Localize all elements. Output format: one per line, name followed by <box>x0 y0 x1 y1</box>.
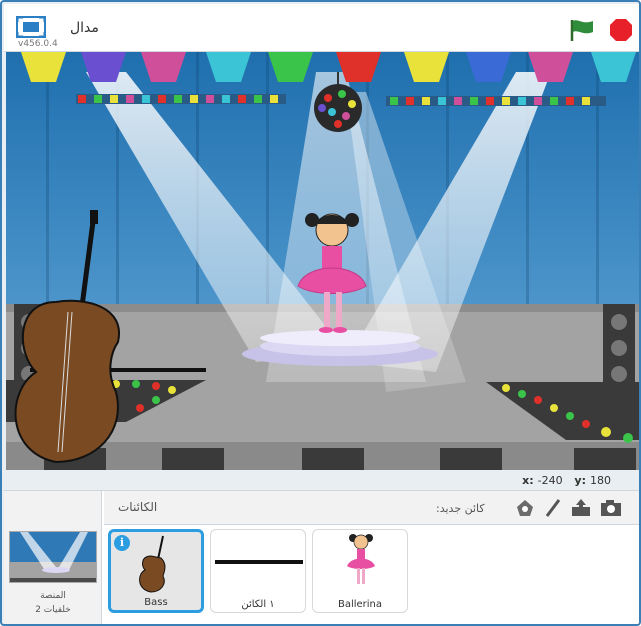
sprites-title: الكائنات <box>118 500 158 514</box>
scratch-window: مدال v456.0.4 x: -240 y: 180 المنصة 2 خل… <box>0 0 641 626</box>
paintbrush-icon[interactable] <box>542 498 564 518</box>
sprite-card-line[interactable]: ١ الكائن <box>210 529 306 613</box>
green-flag-icon[interactable] <box>569 18 595 42</box>
x-value: -240 <box>537 474 563 487</box>
stage-thumbnail[interactable] <box>9 531 97 583</box>
stage-selector[interactable]: المنصة 2 خلفيات <box>4 491 102 624</box>
y-value: 180 <box>590 474 611 487</box>
sprite-card-bass[interactable]: i Bass <box>108 529 204 613</box>
mouse-coordinates: x: -240 y: 180 <box>4 470 639 490</box>
camera-icon[interactable] <box>600 498 622 518</box>
fullscreen-icon[interactable] <box>16 16 46 38</box>
ballerina-thumbnail-icon <box>347 534 375 584</box>
light-strip-right <box>386 96 606 106</box>
bass-thumbnail-icon <box>139 535 166 593</box>
title-bar: مدال v456.0.4 <box>4 4 639 52</box>
stage-platform <box>242 330 438 366</box>
x-label: x: <box>522 474 534 487</box>
upload-icon[interactable] <box>570 498 592 518</box>
line-thumbnail-icon <box>215 560 303 564</box>
stop-icon[interactable] <box>609 18 633 42</box>
paint-sprite-icon[interactable] <box>514 498 536 518</box>
y-label: y: <box>574 474 586 487</box>
sprite-name: ١ الكائن <box>241 599 275 610</box>
sprites-header: الكائنات :كائن جديد <box>104 491 639 525</box>
stage-canvas[interactable] <box>6 52 639 470</box>
stage-label: المنصة <box>40 591 66 601</box>
sprite-card-ballerina[interactable]: Ballerina <box>312 529 408 613</box>
sprite-name: Ballerina <box>337 599 383 610</box>
sprite-area: المنصة 2 خلفيات الكائنات :كائن جديد i Ba… <box>4 490 639 624</box>
project-title[interactable]: مدال <box>70 20 99 36</box>
light-strip-left <box>76 94 286 104</box>
stage-scene <box>6 52 639 470</box>
backdrop-count: 2 خلفيات <box>35 605 71 615</box>
sprite-name: Bass <box>144 597 168 608</box>
speaker-right <box>603 304 635 394</box>
version-label: v456.0.4 <box>18 39 58 49</box>
new-sprite-label: :كائن جديد <box>436 502 485 515</box>
